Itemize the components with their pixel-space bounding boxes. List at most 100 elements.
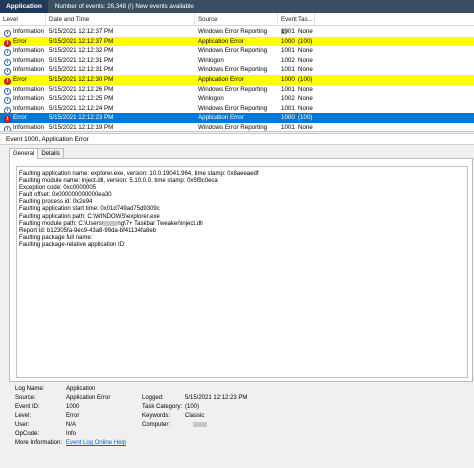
event-id-label: Event ID:	[15, 404, 40, 410]
cell-date: 5/15/2021 12:12:31 PM	[49, 66, 114, 74]
cell-date: 5/15/2021 12:12:32 PM	[49, 47, 114, 55]
user-value: N/A	[66, 422, 77, 428]
table-row[interactable]: i Information 5/15/2021 12:12:24 PM Windows…	[0, 104, 474, 114]
column-header-event-id[interactable]: Event ID	[278, 13, 297, 36]
cell-source: Winlogon	[198, 95, 224, 103]
general-tab-body: Faulting application name: explorer.exe,…	[9, 158, 473, 382]
tab-general[interactable]: General	[9, 148, 39, 159]
cell-event-id: 1002	[281, 95, 295, 103]
column-header-date[interactable]: Date and Time	[46, 13, 195, 26]
cell-source: Windows Error Reporting	[198, 28, 268, 35]
level-text: Information	[13, 56, 44, 64]
cell-level: i Information	[4, 104, 44, 114]
keywords-value: Classic	[185, 413, 205, 419]
cell-date: 5/15/2021 12:12:31 PM	[49, 56, 114, 64]
cell-source: Application Error	[198, 76, 244, 83]
log-name-value: Application	[66, 386, 96, 392]
cell-task: (100)	[298, 76, 313, 83]
cell-event-id: 1002	[281, 56, 295, 64]
table-row[interactable]: ! Error 5/15/2021 12:12:37 PM Application E…	[0, 36, 474, 47]
event-log-online-help-link[interactable]: Event Log Online Help	[66, 439, 126, 447]
log-name-label: Log Name:	[15, 386, 45, 392]
cell-level: i Information	[4, 123, 44, 131]
column-header-task[interactable]: Tas...	[295, 13, 315, 26]
task-category-value: (100)	[185, 404, 200, 410]
cell-event-id: 1001	[281, 104, 295, 112]
level-text: Error	[13, 76, 27, 83]
table-header: Level Date and Time Source Event ID Tas.…	[0, 13, 474, 36]
table-row[interactable]: i Information 5/15/2021 12:12:32 PM Windows…	[0, 46, 474, 57]
event-detail-title: Event 1000, Application Error	[0, 134, 474, 145]
level-label: Level:	[15, 413, 32, 419]
logged-label: Logged:	[142, 395, 164, 401]
table-row[interactable]: ! Error 5/15/2021 12:12:30 PM Application E…	[0, 75, 474, 85]
log-name: Application	[0, 0, 48, 13]
table-row[interactable]: i Information 5/15/2021 12:12:31 PM Windows…	[0, 65, 474, 76]
cell-level: ! Error	[4, 113, 27, 124]
cell-source: Winlogon	[198, 56, 224, 64]
cell-task: None	[298, 28, 313, 35]
log-header-bar: Application Number of events: 26,348 (!)…	[0, 0, 474, 13]
cell-source: Windows Error Reporting	[198, 85, 268, 93]
cell-level: i Information	[4, 56, 44, 66]
level-text: Error	[13, 114, 27, 122]
keywords-label: Keywords:	[142, 413, 171, 419]
cell-date: 5/15/2021 12:12:23 PM	[49, 114, 114, 122]
event-count-text[interactable]: Number of events: 26,348 (!) New events …	[48, 3, 194, 10]
cell-event-id: 1001	[281, 28, 295, 35]
source-label: Source:	[15, 395, 36, 401]
level-text: Error	[13, 37, 27, 45]
computer-value	[193, 421, 207, 429]
level-text: Information	[13, 47, 44, 55]
table-row[interactable]: ! Error 5/15/2021 12:12:23 PM Application E…	[0, 113, 474, 124]
column-header-source[interactable]: Source	[195, 13, 278, 26]
level-value: Error	[66, 413, 80, 419]
description-line: Faulting module name: inject.dll, versio…	[19, 178, 218, 185]
cell-date: 5/15/2021 12:12:30 PM	[49, 76, 114, 83]
description-line: Faulting module path: C:\Users\ ng\7+ Tas…	[19, 220, 465, 228]
cell-source: Application Error	[198, 114, 244, 122]
opcode-label: OpCode:	[15, 431, 40, 437]
description-line: Faulting process id: 0x2e94	[19, 199, 93, 206]
level-text: Information	[13, 28, 44, 35]
tab-details[interactable]: Details	[37, 148, 64, 158]
events-table[interactable]: Level Date and Time Source Event ID Tas.…	[0, 13, 474, 131]
description-line: Faulting application start time: 0x01d74…	[19, 206, 160, 213]
description-line: Exception code: 0xc0000005	[19, 185, 97, 192]
table-row[interactable]: i Information 5/15/2021 12:12:26 PM Windows…	[0, 85, 474, 95]
redacted-computer-name	[193, 421, 207, 427]
cell-source: Windows Error Reporting	[198, 66, 268, 74]
cell-event-id: 1001	[281, 124, 295, 131]
table-row[interactable]: i Information 5/15/2021 12:12:19 PM Windows…	[0, 123, 474, 131]
cell-date: 5/15/2021 12:12:26 PM	[49, 85, 114, 93]
level-text: Information	[13, 124, 44, 131]
cell-task: None	[298, 85, 313, 93]
cell-task: None	[298, 56, 313, 64]
computer-label: Computer:	[142, 422, 171, 428]
cell-date: 5/15/2021 12:12:25 PM	[49, 95, 114, 103]
logged-value: 5/15/2021 12:12:23 PM	[185, 395, 248, 401]
description-line: Faulting application path: C:\WINDOWS\ex…	[19, 213, 160, 220]
description-line: Faulting package-relative application ID…	[19, 241, 126, 248]
table-row[interactable]: i Information 5/15/2021 12:12:25 PM Winlogo…	[0, 94, 474, 105]
description-line: Faulting package full name:	[19, 234, 93, 241]
cell-event-id: 1000	[281, 37, 295, 45]
cell-task: (100)	[298, 37, 313, 45]
cell-event-id: 1001	[281, 85, 295, 93]
column-header-level[interactable]: Level	[0, 13, 46, 26]
cell-level: i Information	[4, 65, 44, 76]
cell-level: i Information	[4, 85, 44, 95]
cell-level: i Information	[4, 27, 44, 37]
cell-source: Application Error	[198, 37, 244, 45]
table-row[interactable]: i Information 5/15/2021 12:12:37 PM Windows…	[0, 27, 474, 37]
event-description[interactable]: Faulting application name: explorer.exe,…	[16, 166, 468, 378]
cell-date: 5/15/2021 12:12:37 PM	[49, 28, 114, 35]
event-properties: Log Name: Application Source: Applicatio…	[15, 385, 455, 465]
task-category-label: Task Category:	[142, 404, 183, 410]
level-text: Information	[13, 95, 44, 103]
description-line: Report Id: b12305fa-9ec9-43a8-99da-bf411…	[19, 227, 156, 234]
cell-task: None	[298, 104, 313, 112]
cell-task: None	[298, 95, 313, 103]
table-row[interactable]: i Information 5/15/2021 12:12:31 PM Winlogo…	[0, 56, 474, 66]
cell-date: 5/15/2021 12:12:19 PM	[49, 124, 114, 131]
